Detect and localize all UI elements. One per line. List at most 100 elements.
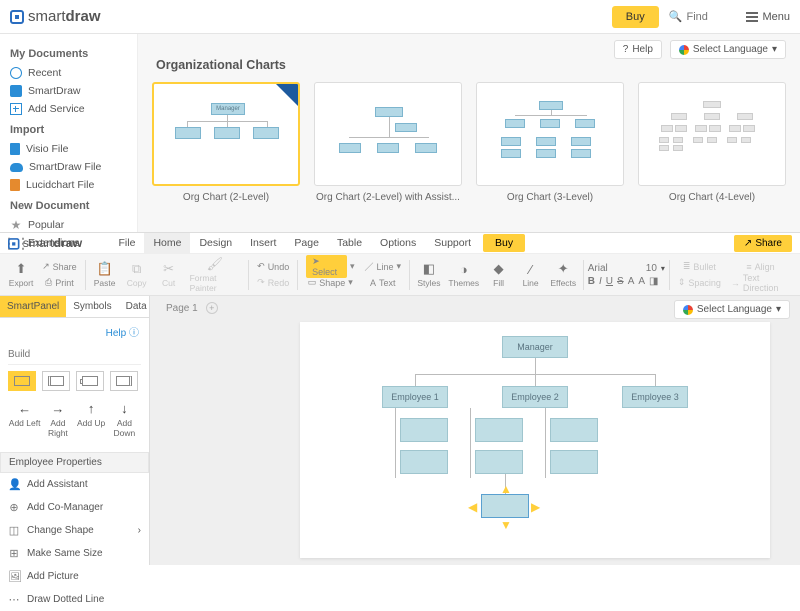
node-child[interactable] bbox=[400, 418, 448, 442]
text-format-buttons: BIUSAA◨ bbox=[588, 276, 665, 287]
node-selected[interactable] bbox=[481, 494, 529, 518]
ribbon-spacing: ⇕Spacing bbox=[674, 275, 725, 291]
node-child[interactable] bbox=[400, 450, 448, 474]
text-format-button[interactable]: S bbox=[617, 276, 624, 287]
property-item[interactable]: 👤Add Assistant bbox=[0, 473, 149, 496]
handle-bottom-icon[interactable]: ▼ bbox=[500, 518, 512, 532]
ribbon-print[interactable]: ⎙Print bbox=[38, 275, 81, 291]
sidebar-item-lucid[interactable]: Lucidchart File bbox=[10, 176, 127, 194]
build-shape-3[interactable] bbox=[76, 371, 104, 391]
node-child[interactable] bbox=[475, 450, 523, 474]
help-button[interactable]: ?Help bbox=[614, 40, 662, 59]
panel-help-link[interactable]: Help ⓘ bbox=[0, 318, 149, 345]
text-format-button[interactable]: B bbox=[588, 276, 595, 287]
sidebar-item-smartdraw[interactable]: SmartDraw bbox=[10, 82, 127, 100]
build-heading: Build bbox=[8, 345, 141, 365]
text-format-button[interactable]: ◨ bbox=[649, 276, 658, 287]
menu-tab-insert[interactable]: Insert bbox=[241, 233, 285, 253]
text-format-button[interactable]: U bbox=[606, 276, 613, 287]
handle-left-icon[interactable]: ◀ bbox=[468, 500, 477, 514]
font-name-select[interactable]: Arial bbox=[588, 263, 608, 274]
handle-right-icon[interactable]: ▶ bbox=[531, 500, 540, 514]
node-manager[interactable]: Manager bbox=[502, 336, 568, 358]
menu-tab-options[interactable]: Options bbox=[371, 233, 425, 253]
menu-tab-page[interactable]: Page bbox=[285, 233, 328, 253]
search-box[interactable]: 🔍 bbox=[669, 10, 737, 23]
text-format-button[interactable]: A bbox=[638, 276, 645, 287]
build-shape-1[interactable] bbox=[8, 371, 36, 391]
node-employee-3[interactable]: Employee 3 bbox=[622, 386, 688, 408]
add-right-button[interactable]: →Add Right bbox=[41, 401, 74, 438]
text-format-button[interactable]: A bbox=[628, 276, 635, 287]
tab-data[interactable]: Data bbox=[119, 296, 154, 317]
menu-button[interactable]: Menu bbox=[746, 11, 790, 23]
menu-tab-home[interactable]: Home bbox=[144, 233, 190, 253]
template-card[interactable]: Org Chart (2-Level) with Assist... bbox=[314, 82, 462, 209]
share-button[interactable]: ↗Share bbox=[734, 235, 792, 252]
add-down-button[interactable]: ↓Add Down bbox=[108, 401, 141, 438]
node-employee-1[interactable]: Employee 1 bbox=[382, 386, 448, 408]
template-card[interactable]: Manager Org Chart (2-Level) bbox=[152, 82, 300, 209]
language-selector[interactable]: Select Language▾ bbox=[670, 40, 786, 59]
language-selector-canvas[interactable]: Select Language▾ bbox=[674, 300, 790, 319]
tab-symbols[interactable]: Symbols bbox=[66, 296, 118, 317]
sidebar-item-add-service[interactable]: Add Service bbox=[10, 100, 127, 118]
property-item[interactable]: ⊕Add Co-Manager bbox=[0, 496, 149, 519]
ribbon-share[interactable]: ↗Share bbox=[38, 259, 81, 275]
sidebar-item-popular[interactable]: ★Popular bbox=[10, 216, 127, 234]
build-shape-4[interactable] bbox=[110, 371, 138, 391]
node-child[interactable] bbox=[475, 418, 523, 442]
node-child[interactable] bbox=[550, 418, 598, 442]
page-tab[interactable]: Page 1 bbox=[166, 303, 198, 314]
property-item[interactable]: ⊞Make Same Size bbox=[0, 542, 149, 565]
property-item[interactable]: ◫Change Shape› bbox=[0, 519, 149, 542]
font-size-select[interactable]: 10 bbox=[646, 263, 657, 274]
build-shape-2[interactable] bbox=[42, 371, 70, 391]
ribbon-fill[interactable]: ◆Fill bbox=[484, 257, 514, 293]
add-left-button[interactable]: ←Add Left bbox=[8, 401, 41, 438]
ribbon-select[interactable]: ➤ Select ▾ bbox=[302, 259, 358, 275]
text-format-button[interactable]: I bbox=[599, 276, 602, 287]
buy-button-editor[interactable]: Buy bbox=[483, 234, 525, 252]
ribbon-shape[interactable]: ▭Shape ▾ bbox=[302, 275, 358, 291]
tab-smartpanel[interactable]: SmartPanel bbox=[0, 296, 66, 317]
menu-tab-file[interactable]: File bbox=[110, 233, 145, 253]
sidebar-item-recent[interactable]: Recent bbox=[10, 64, 127, 82]
template-card[interactable]: Org Chart (3-Level) bbox=[476, 82, 624, 209]
menu-tab-support[interactable]: Support bbox=[425, 233, 480, 253]
menu-tab-table[interactable]: Table bbox=[328, 233, 371, 253]
sidebar-item-visio[interactable]: Visio File bbox=[10, 140, 127, 158]
add-page-button[interactable]: + bbox=[206, 302, 218, 314]
sidebar-item-sdfile[interactable]: SmartDraw File bbox=[10, 158, 127, 176]
spacing-icon: ⇕ bbox=[678, 277, 686, 288]
template-card[interactable]: Org Chart (4-Level) bbox=[638, 82, 786, 209]
thumb-node bbox=[214, 127, 240, 139]
hamburger-icon bbox=[746, 12, 758, 22]
search-input[interactable] bbox=[686, 11, 736, 23]
ribbon-themes[interactable]: ◑Themes bbox=[446, 257, 482, 293]
line-icon: ／ bbox=[364, 260, 373, 273]
buy-button[interactable]: Buy bbox=[612, 6, 659, 28]
menu-tab-design[interactable]: Design bbox=[190, 233, 241, 253]
node-employee-2[interactable]: Employee 2 bbox=[502, 386, 568, 408]
themes-icon: ◑ bbox=[460, 262, 468, 277]
ribbon-text[interactable]: AText bbox=[360, 275, 405, 291]
ribbon-cut: ✂Cut bbox=[154, 257, 184, 293]
ribbon-effects[interactable]: ✦Effects bbox=[548, 257, 579, 293]
ribbon-undo[interactable]: ↶Undo bbox=[253, 259, 293, 275]
handle-top-icon[interactable]: ▲ bbox=[500, 482, 512, 496]
google-icon bbox=[683, 305, 693, 315]
template-label: Org Chart (3-Level) bbox=[476, 186, 624, 209]
ribbon-styles[interactable]: ◧Styles bbox=[414, 257, 444, 293]
ribbon-line-style[interactable]: ∕Line bbox=[516, 257, 546, 293]
plus-icon bbox=[10, 103, 22, 115]
canvas[interactable]: Manager Employee 1 Employee 2 Employee 3 bbox=[300, 322, 770, 558]
property-item[interactable]: 🖼Add Picture bbox=[0, 565, 149, 588]
property-item[interactable]: ⋯Draw Dotted Line bbox=[0, 588, 149, 611]
ribbon-paste[interactable]: 📋Paste bbox=[90, 257, 120, 293]
node-child[interactable] bbox=[550, 450, 598, 474]
ribbon-export[interactable]: ⬆Export bbox=[6, 257, 36, 293]
add-up-button[interactable]: ↑Add Up bbox=[75, 401, 108, 438]
logo-icon bbox=[10, 10, 24, 24]
ribbon-line[interactable]: ／Line ▾ bbox=[360, 259, 405, 275]
